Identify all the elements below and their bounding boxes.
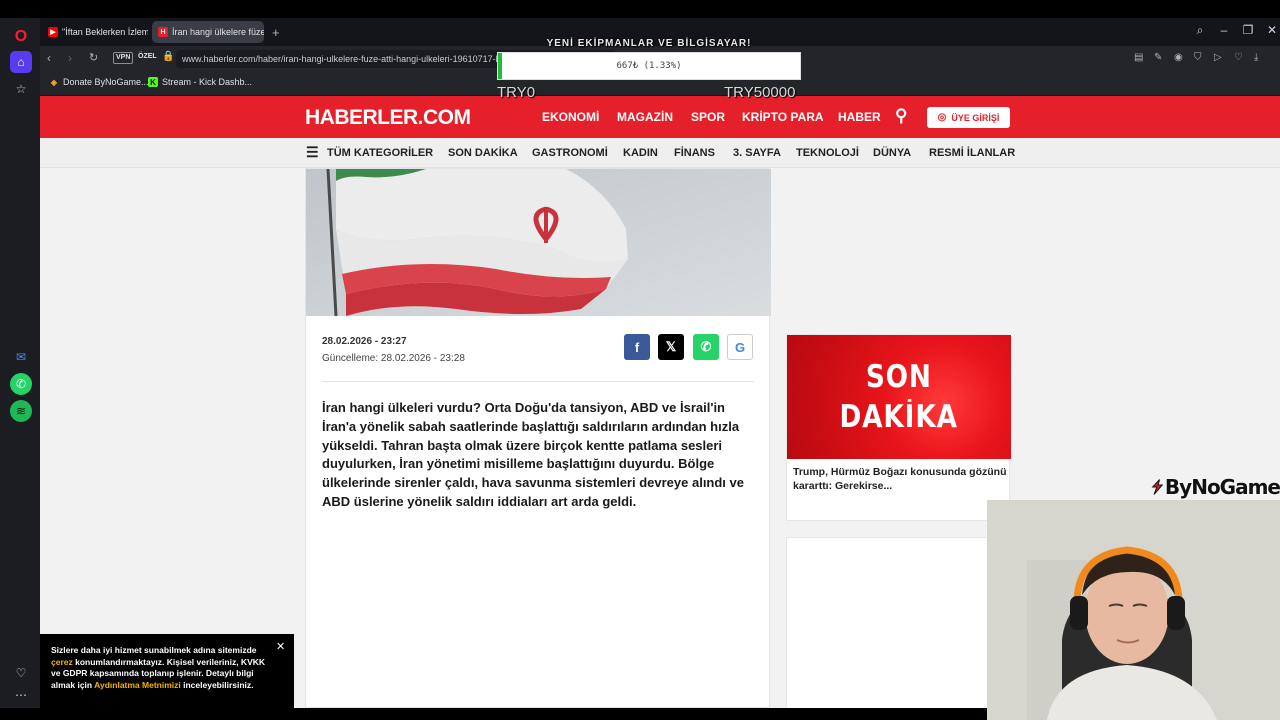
search-icon[interactable]: ⚲ [895, 106, 907, 126]
tab-haberler[interactable]: H İran hangi ülkelere füze attı [152, 21, 264, 43]
donation-progress-bar: 667₺ (1.33%) [497, 52, 801, 80]
reload-icon[interactable]: ↻ [89, 51, 98, 64]
bookmark-bynogame[interactable]: ◈ Donate ByNoGame... [49, 77, 149, 87]
nav-spor[interactable]: SPOR [691, 110, 725, 124]
category-teknoloji[interactable]: TEKNOLOJİ [796, 147, 859, 159]
kick-icon: K [148, 77, 158, 87]
bookmark-label: Stream - Kick Dashb... [162, 77, 253, 87]
donation-min-label: TRY0 [497, 84, 536, 101]
maximize-icon[interactable]: ❐ [1240, 23, 1256, 37]
back-icon[interactable]: ‹ [47, 51, 51, 65]
messenger-icon[interactable]: ✉ [10, 346, 32, 368]
site-logo[interactable]: HABERLER.COM [305, 106, 471, 130]
private-badge: ÖZEL [138, 53, 157, 60]
tab-youtube[interactable]: ▶ "İftan Beklerken İzlemelik [42, 21, 148, 43]
privacy-notice-link[interactable]: Aydınlatma Metnimizi [94, 680, 181, 690]
login-button[interactable]: ◎ ÜYE GİRİŞİ [927, 107, 1010, 128]
cookie-text-part: inceleyebilirsiniz. [183, 679, 254, 690]
facebook-icon[interactable]: f [624, 334, 650, 360]
minimize-icon[interactable]: – [1216, 23, 1232, 37]
more-icon[interactable]: ⋯ [10, 684, 32, 706]
new-tab-button[interactable]: + [266, 21, 286, 43]
search-tabs-icon[interactable]: ⌕ [1192, 23, 1208, 38]
login-label: ÜYE GİRİŞİ [951, 112, 1000, 123]
close-icon[interactable]: ✕ [276, 640, 285, 653]
site-header: HABERLER.COM EKONOMİ MAGAZİN SPOR KRİPTO… [40, 96, 1280, 138]
nav-magazin[interactable]: MAGAZİN [617, 110, 673, 124]
donation-title: YENİ EKİPMANLAR VE BİLGİSAYAR! [546, 38, 752, 49]
browser-sidebar: O ⌂ ☆ ✉ ✆ ≋ ♡ ⋯ [0, 18, 40, 708]
favorite-icon[interactable]: ♡ [1234, 52, 1243, 63]
category-son-dakika[interactable]: SON DAKİKA [448, 147, 518, 159]
category-3-sayfa[interactable]: 3. SAYFA [733, 147, 781, 159]
son-dakika-line1: SON [866, 359, 932, 395]
pin-icon[interactable]: ☆ [10, 78, 32, 100]
category-kadin[interactable]: KADIN [623, 147, 658, 159]
nav-kripto-para[interactable]: KRİPTO PARA [742, 110, 824, 124]
category-bar: ☰ TÜM KATEGORİLER SON DAKİKA GASTRONOMİ … [40, 138, 1280, 168]
son-dakika-image: SON DAKİKA [787, 335, 1011, 459]
menu-icon[interactable]: ☰ [306, 144, 319, 161]
bookmark-kick[interactable]: K Stream - Kick Dashb... [148, 77, 252, 87]
lock-icon[interactable]: 🔒 [162, 51, 174, 62]
nav-haber[interactable]: HABER [838, 110, 881, 124]
cookie-text-part: Sizlere daha iyi hizmet sunabilmek adına… [51, 645, 257, 655]
article-hero-image [306, 169, 771, 316]
article-column: 28.02.2026 - 23:27 Güncelleme: 28.02.202… [305, 168, 771, 708]
streamer-webcam-image [987, 500, 1280, 720]
donation-progress-text: 667₺ (1.33%) [616, 61, 682, 71]
bookmark-label: Donate ByNoGame... [63, 77, 149, 87]
user-icon: ◎ [937, 112, 947, 123]
forward-icon[interactable]: › [68, 51, 72, 65]
cookie-banner: Sizlere daha iyi hizmet sunabilmek adına… [40, 634, 294, 708]
edit-icon[interactable]: ✎ [1154, 52, 1162, 63]
article-date: 28.02.2026 - 23:27 [322, 336, 407, 347]
cookie-link[interactable]: çerez [51, 657, 73, 667]
home-icon[interactable]: ⌂ [10, 51, 32, 73]
bottom-edge [0, 708, 987, 720]
x-icon[interactable]: 𝕏 [658, 334, 684, 360]
category-gastronomi[interactable]: GASTRONOMİ [532, 147, 608, 159]
opera-logo-icon[interactable]: O [10, 26, 32, 48]
bynogame-logo-icon [1151, 479, 1164, 495]
article-updated: Güncelleme: 28.02.2026 - 23:28 [322, 353, 465, 364]
spotify-icon[interactable]: ≋ [10, 400, 32, 422]
sidebar-card-empty [786, 537, 1010, 708]
heart-icon[interactable]: ♡ [10, 662, 32, 684]
bynogame-icon: ◈ [50, 77, 58, 87]
shield-icon[interactable]: ⛉ [1194, 52, 1202, 63]
vpn-badge[interactable]: VPN [113, 52, 134, 64]
cookie-text: Sizlere daha iyi hizmet sunabilmek adına… [51, 645, 273, 691]
iran-flag-image [306, 169, 771, 316]
whatsapp-sidebar-icon[interactable]: ✆ [10, 373, 32, 395]
play-icon[interactable]: ▷ [1214, 52, 1222, 63]
nav-ekonomi[interactable]: EKONOMİ [542, 110, 599, 124]
brand-text: ByNoGame [1164, 475, 1280, 499]
google-icon[interactable]: G [727, 334, 753, 360]
haberler-favicon-icon: H [158, 27, 168, 37]
son-dakika-headline[interactable]: Trump, Hürmüz Boğazı konusunda gözünü ka… [793, 465, 1007, 493]
tab-title: "İftan Beklerken İzlemelik [62, 27, 148, 37]
article-summary: İran hangi ülkeleri vurdu? Orta Doğu'da … [322, 400, 744, 509]
divider [322, 381, 754, 382]
reader-icon[interactable]: ▤ [1134, 52, 1143, 63]
category-finans[interactable]: FİNANS [674, 147, 715, 159]
category-resmi-ilanlar[interactable]: RESMİ İLANLAR [929, 147, 1015, 159]
all-categories-link[interactable]: TÜM KATEGORİLER [327, 147, 433, 159]
downloads-icon[interactable]: ⤓ [1254, 52, 1258, 63]
tab-title: İran hangi ülkelere füze attı [172, 27, 264, 37]
category-dunya[interactable]: DÜNYA [873, 147, 911, 159]
donation-max-label: TRY50000 [724, 84, 796, 101]
whatsapp-icon[interactable]: ✆ [693, 334, 719, 360]
ad-placeholder [786, 168, 1010, 322]
camera-icon[interactable]: ◉ [1174, 52, 1183, 63]
webcam-feed [987, 500, 1280, 720]
streamer-brand-logo: ByNoGame [1150, 472, 1280, 502]
son-dakika-line2: DAKİKA [839, 399, 959, 435]
youtube-icon: ▶ [48, 27, 58, 37]
close-window-icon[interactable]: ✕ [1264, 23, 1280, 37]
son-dakika-card[interactable]: SON DAKİKA Trump, Hürmüz Boğazı konusund… [786, 334, 1011, 521]
